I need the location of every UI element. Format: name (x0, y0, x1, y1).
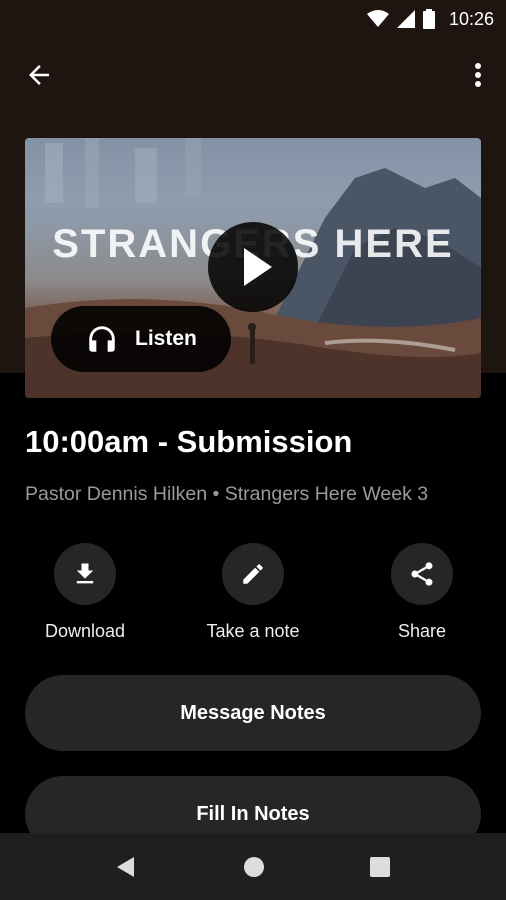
toolbar (0, 50, 506, 98)
share-icon (411, 562, 433, 586)
download-action[interactable]: Download (20, 543, 150, 642)
message-notes-button[interactable]: Message Notes (25, 675, 481, 751)
download-label: Download (44, 621, 126, 641)
status-bar: 10:26 (0, 0, 506, 38)
play-button[interactable] (208, 222, 298, 312)
nav-home-icon[interactable] (242, 855, 266, 879)
wifi-icon (366, 10, 389, 27)
nav-recents-icon[interactable] (368, 855, 392, 879)
nav-back-icon[interactable] (114, 855, 138, 879)
status-time: 10:26 (448, 8, 494, 29)
take-note-action[interactable]: Take a note (188, 543, 318, 642)
more-vert-icon (475, 63, 481, 87)
arrow-back-icon (29, 65, 49, 85)
listen-label: Listen (135, 327, 197, 350)
back-button[interactable] (24, 60, 54, 90)
headphones-icon (89, 326, 115, 352)
take-note-label: Take a note (206, 621, 300, 641)
take-note-button[interactable] (222, 543, 284, 605)
sermon-artwork[interactable]: STRANGERS HERE Listen (25, 138, 481, 398)
sermon-title: 10:00am - Submission (25, 424, 353, 459)
battery-icon (422, 9, 435, 29)
download-icon (76, 563, 94, 584)
signal-icon (396, 10, 415, 28)
download-button[interactable] (54, 543, 116, 605)
system-navigation-bar (0, 833, 506, 900)
pencil-icon (243, 564, 263, 584)
share-label: Share (397, 621, 447, 641)
sermon-subtitle: Pastor Dennis Hilken • Strangers Here We… (25, 483, 429, 505)
share-action[interactable]: Share (357, 543, 487, 642)
play-icon (244, 248, 272, 286)
share-button[interactable] (391, 543, 453, 605)
listen-button[interactable]: Listen (51, 306, 231, 372)
overflow-menu-button[interactable] (472, 60, 484, 90)
